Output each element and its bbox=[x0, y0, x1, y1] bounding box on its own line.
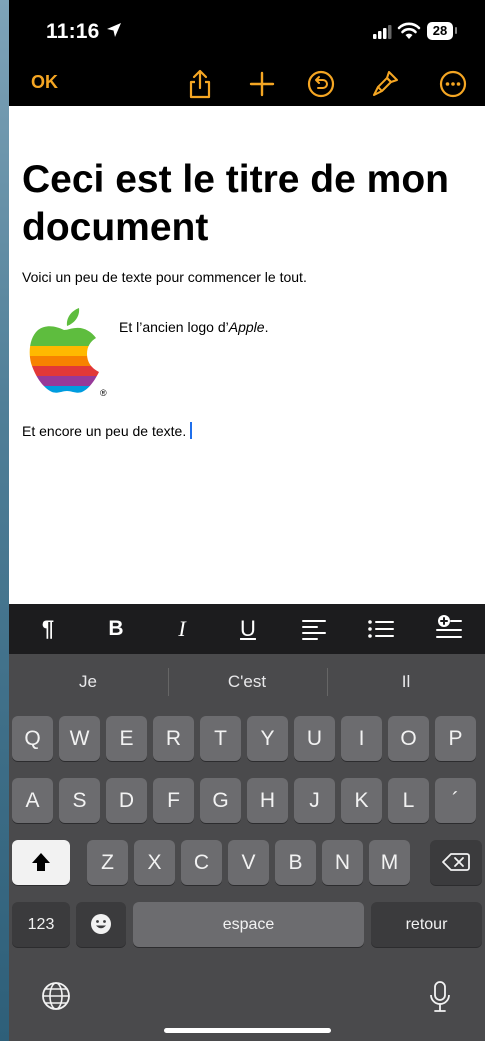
home-indicator bbox=[164, 1028, 331, 1033]
status-time: 11:16 bbox=[46, 20, 100, 43]
document-intro-text[interactable]: Voici un peu de texte pour commencer le … bbox=[22, 269, 307, 285]
suggestion-2[interactable]: C'est bbox=[172, 672, 322, 692]
suggestion-1[interactable]: Je bbox=[13, 672, 163, 692]
microphone-icon[interactable] bbox=[428, 980, 452, 1014]
location-arrow-icon bbox=[107, 23, 121, 37]
battery-tip bbox=[455, 27, 457, 34]
caption-suffix: . bbox=[264, 319, 269, 335]
key-z[interactable]: Z bbox=[87, 840, 128, 885]
cellular-signal-icon bbox=[373, 25, 392, 39]
phone-screen: 11:16 28 OK Ceci est le titre de mon doc… bbox=[9, 0, 485, 1041]
key-m[interactable]: M bbox=[369, 840, 410, 885]
paragraph-style-button[interactable]: ¶ bbox=[33, 616, 63, 642]
key-p[interactable]: P bbox=[435, 716, 476, 761]
caption-prefix: Et l’ancien logo d’ bbox=[119, 319, 229, 335]
text-cursor bbox=[190, 422, 193, 439]
key-s[interactable]: S bbox=[59, 778, 100, 823]
key-w[interactable]: W bbox=[59, 716, 100, 761]
emoji-icon bbox=[91, 914, 111, 934]
status-bar: 11:16 28 bbox=[9, 0, 485, 60]
align-left-icon[interactable] bbox=[301, 618, 327, 640]
key-u[interactable]: U bbox=[294, 716, 335, 761]
key-b[interactable]: B bbox=[275, 840, 316, 885]
key-accent[interactable]: ´ bbox=[435, 778, 476, 823]
key-v[interactable]: V bbox=[228, 840, 269, 885]
format-brush-icon[interactable] bbox=[369, 68, 401, 100]
key-y[interactable]: Y bbox=[247, 716, 288, 761]
ok-button[interactable]: OK bbox=[31, 72, 58, 93]
suggestion-divider bbox=[168, 668, 169, 696]
last-line-text: Et encore un peu de texte. bbox=[22, 423, 187, 439]
suggestion-bar: Je C'est Il bbox=[9, 654, 485, 710]
key-j[interactable]: J bbox=[294, 778, 335, 823]
key-d[interactable]: D bbox=[106, 778, 147, 823]
numbers-key[interactable]: 123 bbox=[12, 902, 70, 947]
key-h[interactable]: H bbox=[247, 778, 288, 823]
wifi-icon bbox=[397, 22, 421, 39]
key-q[interactable]: Q bbox=[12, 716, 53, 761]
key-t[interactable]: T bbox=[200, 716, 241, 761]
insert-icon[interactable] bbox=[435, 614, 463, 642]
shift-arrow-icon bbox=[32, 853, 50, 871]
delete-key[interactable] bbox=[430, 840, 482, 885]
share-icon[interactable] bbox=[184, 68, 216, 100]
apple-rainbow-logo-image[interactable]: ® bbox=[28, 306, 114, 398]
document-canvas[interactable]: Ceci est le titre de mon document Voici … bbox=[9, 106, 485, 604]
space-key[interactable]: espace bbox=[133, 902, 364, 947]
key-l[interactable]: L bbox=[388, 778, 429, 823]
key-o[interactable]: O bbox=[388, 716, 429, 761]
format-bar: ¶ B I U bbox=[9, 604, 485, 654]
key-e[interactable]: E bbox=[106, 716, 147, 761]
italic-button[interactable]: I bbox=[167, 616, 197, 642]
delete-backspace-icon bbox=[442, 853, 470, 871]
editor-toolbar: OK bbox=[9, 60, 485, 106]
logo-caption[interactable]: Et l’ancien logo d’Apple. bbox=[119, 319, 268, 335]
key-f[interactable]: F bbox=[153, 778, 194, 823]
registered-mark: ® bbox=[100, 388, 107, 398]
suggestion-divider bbox=[327, 668, 328, 696]
more-icon[interactable] bbox=[437, 68, 469, 100]
battery-level: 28 bbox=[427, 22, 453, 40]
document-title[interactable]: Ceci est le titre de mon document bbox=[22, 156, 482, 252]
underline-button[interactable]: U bbox=[233, 616, 263, 642]
keyboard: Je C'est Il Q W E R T Y U I O P A S D F … bbox=[9, 654, 485, 1041]
return-key[interactable]: retour bbox=[371, 902, 482, 947]
caption-apple-italic: Apple bbox=[228, 319, 265, 335]
key-n[interactable]: N bbox=[322, 840, 363, 885]
suggestion-3[interactable]: Il bbox=[331, 672, 481, 692]
document-last-line[interactable]: Et encore un peu de texte. bbox=[22, 422, 193, 439]
add-icon[interactable] bbox=[246, 68, 278, 100]
globe-icon[interactable] bbox=[40, 980, 72, 1012]
key-x[interactable]: X bbox=[134, 840, 175, 885]
key-i[interactable]: I bbox=[341, 716, 382, 761]
bullet-list-icon[interactable] bbox=[367, 618, 395, 640]
key-c[interactable]: C bbox=[181, 840, 222, 885]
key-r[interactable]: R bbox=[153, 716, 194, 761]
undo-icon[interactable] bbox=[305, 68, 337, 100]
bold-button[interactable]: B bbox=[101, 616, 131, 642]
key-g[interactable]: G bbox=[200, 778, 241, 823]
shift-key[interactable] bbox=[12, 840, 70, 885]
emoji-key[interactable] bbox=[76, 902, 126, 947]
key-a[interactable]: A bbox=[12, 778, 53, 823]
key-k[interactable]: K bbox=[341, 778, 382, 823]
